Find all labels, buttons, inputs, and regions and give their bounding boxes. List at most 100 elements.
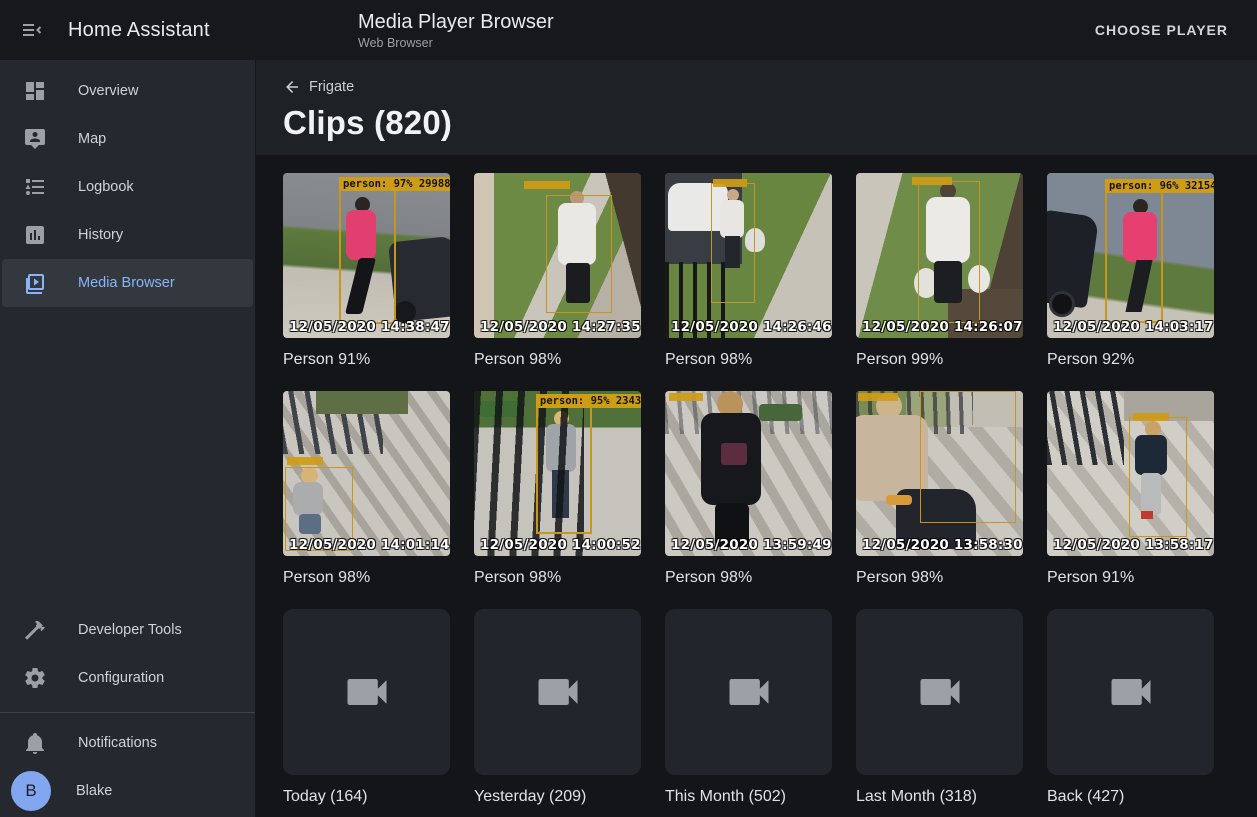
clip-caption: Person 98%	[665, 351, 832, 369]
sidebar-item-configuration[interactable]: Configuration	[2, 654, 253, 702]
clip-item[interactable]: person: 97% 29988 12/05/2020 14:38:47 Pe…	[283, 173, 450, 369]
detection-bbox	[1129, 417, 1187, 537]
clip-timestamp: 12/05/2020 13:58:17	[1053, 537, 1214, 553]
clip-item[interactable]: 12/05/2020 13:58:30 Person 98%	[856, 391, 1023, 587]
clip-row: person: 97% 29988 12/05/2020 14:38:47 Pe…	[283, 173, 1257, 369]
detection-bbox: person: 96% 32154	[1105, 191, 1163, 323]
clip-thumbnail: 12/05/2020 13:58:17	[1047, 391, 1214, 556]
folder-thumbnail	[283, 609, 450, 775]
folder-item-last-month[interactable]: Last Month (318)	[856, 609, 1023, 806]
sidebar-item-media-browser[interactable]: Media Browser	[2, 259, 253, 307]
play-box-multiple-icon	[23, 271, 47, 295]
folder-thumbnail	[1047, 609, 1214, 775]
detection-mini-label	[858, 393, 898, 401]
sidebar-item-label: Configuration	[78, 670, 164, 686]
folder-caption: Back (427)	[1047, 788, 1214, 806]
folder-item-this-month[interactable]: This Month (502)	[665, 609, 832, 806]
detection-label: person: 96% 32154	[1105, 179, 1214, 193]
detection-label: person: 97% 29988	[339, 177, 450, 191]
breadcrumb[interactable]: Frigate	[283, 78, 354, 96]
folder-item-yesterday[interactable]: Yesterday (209)	[474, 609, 641, 806]
clip-item[interactable]: 12/05/2020 14:27:35 Person 98%	[474, 173, 641, 369]
clip-item[interactable]: person: 96% 32154 12/05/2020 14:03:17 Pe…	[1047, 173, 1214, 369]
page-title: Clips (820)	[283, 104, 1257, 142]
sidebar-item-overview[interactable]: Overview	[2, 67, 253, 115]
view-dashboard-icon	[23, 79, 47, 103]
scene-shape	[1049, 291, 1075, 317]
detection-label: person: 95% 23432	[536, 394, 641, 408]
clip-item[interactable]: 12/05/2020 13:58:17 Person 91%	[1047, 391, 1214, 587]
sidebar-item-logbook[interactable]: Logbook	[2, 163, 253, 211]
cog-icon	[23, 666, 47, 690]
clip-caption: Person 91%	[283, 351, 450, 369]
clip-timestamp: 12/05/2020 14:38:47	[289, 319, 450, 335]
detection-bbox	[711, 183, 755, 303]
clip-caption: Person 99%	[856, 351, 1023, 369]
avatar: B	[11, 771, 51, 811]
folder-thumbnail	[856, 609, 1023, 775]
panel-subtitle: Web Browser	[358, 36, 554, 50]
top-app-bar: Home Assistant Media Player Browser Web …	[0, 0, 1257, 60]
sidebar: Overview Map Logbook History Media Brows…	[0, 60, 256, 817]
folder-item-back[interactable]: Back (427)	[1047, 609, 1214, 806]
clip-timestamp: 12/05/2020 14:01:14	[289, 537, 450, 553]
clip-thumbnail: 12/05/2020 13:58:30	[856, 391, 1023, 556]
scene-shape	[1047, 391, 1124, 465]
clip-timestamp: 12/05/2020 14:00:52	[480, 537, 641, 553]
clip-item[interactable]: person: 95% 23432 12/05/2020 14:00:52 Pe…	[474, 391, 641, 587]
sidebar-item-map[interactable]: Map	[2, 115, 253, 163]
panel-titles: Media Player Browser Web Browser	[358, 11, 554, 50]
clip-item[interactable]: 12/05/2020 14:01:14 Person 98%	[283, 391, 450, 587]
clip-thumbnail: 12/05/2020 14:01:14	[283, 391, 450, 556]
clip-item[interactable]: 12/05/2020 14:26:46 Person 98%	[665, 173, 832, 369]
folder-thumbnail	[474, 609, 641, 775]
scene-shape	[316, 391, 408, 414]
sidebar-toggle-icon[interactable]	[20, 18, 44, 42]
clip-thumbnail: person: 97% 29988 12/05/2020 14:38:47	[283, 173, 450, 338]
clip-thumbnail: person: 96% 32154 12/05/2020 14:03:17	[1047, 173, 1214, 338]
sidebar-item-label: Overview	[78, 83, 138, 99]
clip-timestamp: 12/05/2020 14:03:17	[1053, 319, 1214, 335]
clip-timestamp: 12/05/2020 14:27:35	[480, 319, 641, 335]
scene-shape	[759, 404, 802, 421]
media-grid: person: 97% 29988 12/05/2020 14:38:47 Pe…	[256, 155, 1257, 817]
clip-caption: Person 91%	[1047, 569, 1214, 587]
video-icon	[341, 666, 393, 718]
video-icon	[723, 666, 775, 718]
topbar-main: Media Player Browser Web Browser CHOOSE …	[256, 11, 1257, 50]
home-assistant-app: Home Assistant Media Player Browser Web …	[0, 0, 1257, 817]
bell-icon	[23, 731, 47, 755]
sidebar-divider	[0, 712, 255, 713]
clip-caption: Person 98%	[474, 351, 641, 369]
folder-item-today[interactable]: Today (164)	[283, 609, 450, 806]
sidebar-item-label: Map	[78, 131, 106, 147]
folder-thumbnail	[665, 609, 832, 775]
detection-bbox	[920, 391, 1016, 523]
choose-player-button[interactable]: CHOOSE PLAYER	[1087, 14, 1236, 46]
detection-bbox: person: 97% 29988	[339, 189, 396, 324]
video-icon	[1105, 666, 1157, 718]
sidebar-item-notifications[interactable]: Notifications	[2, 719, 253, 767]
scene-shape	[886, 495, 912, 505]
scene-shape	[721, 443, 747, 465]
clip-timestamp: 12/05/2020 14:26:07	[862, 319, 1023, 335]
clip-item[interactable]: 12/05/2020 14:26:07 Person 99%	[856, 173, 1023, 369]
sidebar-item-label: Media Browser	[78, 275, 175, 291]
folder-caption: Yesterday (209)	[474, 788, 641, 806]
clip-caption: Person 98%	[665, 569, 832, 587]
sidebar-item-developer-tools[interactable]: Developer Tools	[2, 606, 253, 654]
detection-bbox	[918, 181, 980, 323]
folder-caption: Today (164)	[283, 788, 450, 806]
detection-bbox	[546, 195, 612, 313]
sidebar-item-history[interactable]: History	[2, 211, 253, 259]
format-list-bulleted-icon	[23, 175, 47, 199]
video-icon	[532, 666, 584, 718]
detection-mini-label	[669, 393, 703, 401]
clip-caption: Person 98%	[283, 569, 450, 587]
clip-timestamp: 12/05/2020 14:26:46	[671, 319, 832, 335]
clip-item[interactable]: 12/05/2020 13:59:49 Person 98%	[665, 391, 832, 587]
sidebar-item-label: Notifications	[78, 735, 157, 751]
clip-timestamp: 12/05/2020 13:59:49	[671, 537, 832, 553]
sidebar-user-profile[interactable]: B Blake	[0, 767, 255, 815]
detection-bbox: person: 95% 23432	[536, 406, 592, 534]
